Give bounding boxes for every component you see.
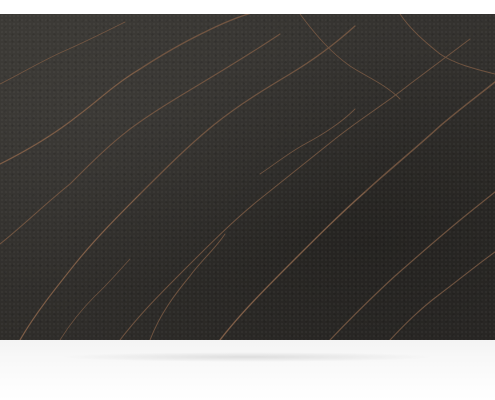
vein <box>59 258 131 340</box>
vein <box>399 14 495 75</box>
vein <box>0 33 281 245</box>
slab-veining <box>0 14 495 340</box>
vein <box>149 233 226 340</box>
slab-floor-shadow <box>0 340 495 400</box>
vein <box>299 14 401 100</box>
stone-slab <box>0 14 495 340</box>
vein <box>119 38 471 340</box>
vein <box>0 14 251 165</box>
vein-highlight <box>19 193 141 340</box>
vein <box>389 251 495 340</box>
vein <box>0 21 126 85</box>
vein-highlight <box>0 68 141 165</box>
slab-reflection <box>60 352 435 362</box>
vein <box>259 108 356 175</box>
product-image-stage <box>0 0 495 400</box>
vein <box>219 81 495 340</box>
